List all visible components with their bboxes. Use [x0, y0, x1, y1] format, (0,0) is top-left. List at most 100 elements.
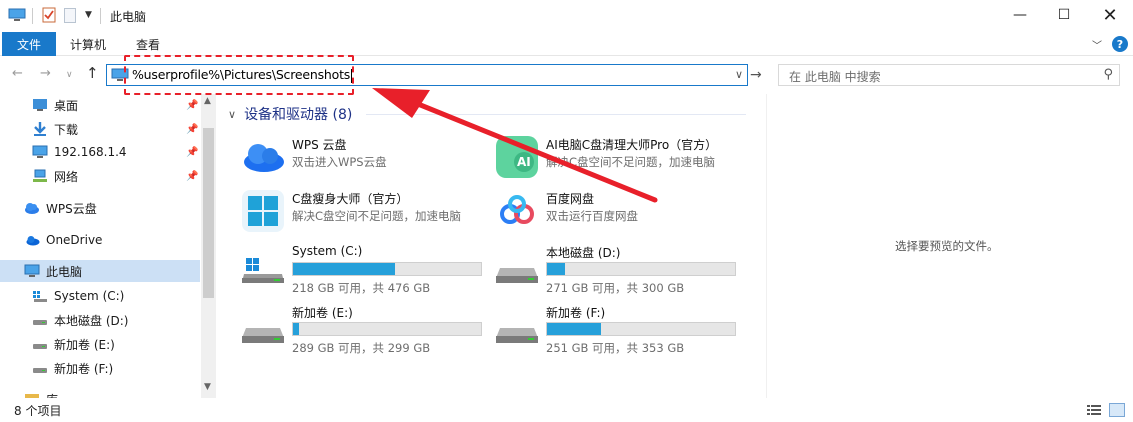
sidebar-item-network[interactable]: 网络 📌 — [0, 165, 200, 187]
sidebar-item-network-host[interactable]: 192.168.1.4 📌 — [0, 141, 200, 163]
sidebar-item-label: System (C:) — [54, 289, 125, 303]
drive-name: 新加卷 (E:) — [292, 306, 353, 320]
tab-view[interactable]: 查看 — [136, 36, 160, 53]
tile-description: 双击运行百度网盘 — [546, 209, 638, 223]
tab-computer[interactable]: 计算机 — [70, 36, 106, 53]
search-box[interactable]: 在 此电脑 中搜索 ⚲ — [778, 64, 1120, 86]
go-arrow-icon[interactable]: → — [750, 67, 762, 83]
drive-name: 新加卷 (F:) — [546, 306, 606, 320]
tile-description: 解决C盘空间不足问题，加速电脑 — [546, 155, 716, 169]
tab-file[interactable]: 文件 — [2, 32, 56, 56]
content-pane: ∨ 设备和驱动器 (8) WPS 云盘 双击进入WPS云盘 AI AI电脑C盘清… — [216, 94, 766, 398]
pc-icon[interactable] — [8, 8, 26, 22]
recent-locations-icon[interactable]: ∨ — [66, 70, 73, 80]
hdd-icon — [496, 268, 538, 283]
forward-arrow-icon[interactable]: → — [40, 66, 51, 81]
sidebar-item-label: 新加卷 (E:) — [54, 337, 115, 352]
usage-bar — [292, 262, 482, 276]
sidebar-item-label: OneDrive — [46, 233, 103, 247]
drive-icon — [33, 320, 47, 325]
tile-description: 解决C盘空间不足问题，加速电脑 — [292, 209, 462, 223]
sidebar-item-wps-cloud[interactable]: WPS云盘 — [0, 197, 200, 219]
scroll-down-icon[interactable]: ▼ — [204, 382, 211, 392]
sidebar-item-label: 网络 — [54, 169, 79, 184]
window-title: 此电脑 — [110, 10, 147, 24]
group-header[interactable]: ∨ 设备和驱动器 (8) — [228, 104, 352, 124]
sidebar-item-libraries[interactable]: 库 — [0, 388, 200, 398]
sidebar-item-drive-e[interactable]: 新加卷 (E:) — [0, 333, 200, 355]
hdd-icon — [242, 328, 284, 343]
customize-quick-access-icon[interactable]: ▼ — [85, 10, 92, 20]
hdd-icon — [496, 328, 538, 343]
back-arrow-icon[interactable]: ← — [12, 66, 23, 81]
tile-name: WPS 云盘 — [292, 138, 347, 152]
details-view-icon[interactable] — [1087, 404, 1101, 416]
tile-drive-c[interactable]: System (C:) 218 GB 可用，共 476 GB — [232, 242, 482, 298]
tile-drive-d[interactable]: 本地磁盘 (D:) 271 GB 可用，共 300 GB — [486, 242, 736, 298]
scroll-thumb[interactable] — [203, 128, 214, 298]
sidebar-item-drive-f[interactable]: 新加卷 (F:) — [0, 357, 200, 379]
sidebar-item-downloads[interactable]: 下载 📌 — [0, 118, 200, 140]
drive-space: 271 GB 可用，共 300 GB — [546, 281, 685, 295]
sidebar-item-label: 本地磁盘 (D:) — [54, 313, 129, 328]
usage-bar — [546, 262, 736, 276]
network-icon — [33, 169, 47, 182]
svg-text:AI: AI — [517, 155, 531, 169]
sidebar-item-this-pc[interactable]: 此电脑 — [0, 260, 200, 282]
drive-name: 本地磁盘 (D:) — [546, 246, 621, 260]
pin-icon[interactable]: 📌 — [186, 147, 198, 158]
tile-name: 百度网盘 — [546, 192, 595, 206]
preview-pane: 选择要预览的文件。 — [766, 94, 1133, 398]
collapse-chevron-icon[interactable]: ∨ — [228, 108, 236, 121]
sidebar-item-label: 192.168.1.4 — [54, 145, 127, 159]
drive-space: 289 GB 可用，共 299 GB — [292, 341, 431, 355]
address-dropdown-icon[interactable]: ∨ — [735, 68, 743, 81]
tile-ai-cleaner[interactable]: AI AI电脑C盘清理大师Pro（官方） 解决C盘空间不足问题，加速电脑 — [486, 134, 736, 190]
pin-icon[interactable]: 📌 — [186, 124, 198, 135]
item-count: 8 个项目 — [14, 404, 62, 418]
tile-description: 双击进入WPS云盘 — [292, 155, 387, 169]
monitor-icon — [32, 145, 48, 158]
sidebar-item-onedrive[interactable]: OneDrive — [0, 229, 200, 251]
sidebar-scrollbar[interactable]: ▲ ▼ — [201, 94, 216, 398]
sidebar-item-label: 下载 — [54, 122, 79, 137]
usage-bar — [546, 322, 736, 336]
tile-c-slim[interactable]: C盘瘦身大师（官方） 解决C盘空间不足问题，加速电脑 — [232, 188, 482, 244]
drive-icon — [33, 368, 47, 373]
new-folder-icon[interactable] — [64, 8, 76, 23]
minimize-button[interactable]: — — [997, 0, 1043, 30]
group-title: 设备和驱动器 (8) — [244, 107, 353, 123]
up-arrow-icon[interactable]: ↑ — [86, 64, 99, 82]
properties-icon[interactable] — [42, 7, 56, 23]
sidebar-item-label: WPS云盘 — [46, 201, 97, 216]
usage-bar-fill — [293, 263, 395, 275]
sidebar-item-drive-c[interactable]: System (C:) — [0, 285, 200, 307]
tile-drive-e[interactable]: 新加卷 (E:) 289 GB 可用，共 299 GB — [232, 302, 482, 358]
system-drive-icon — [33, 291, 47, 302]
sidebar-item-label: 桌面 — [54, 98, 79, 113]
sidebar-item-label: 新加卷 (F:) — [54, 361, 114, 376]
search-input[interactable]: 在 此电脑 中搜索 — [789, 68, 881, 85]
desktop-icon — [33, 99, 47, 111]
pin-icon[interactable]: 📌 — [186, 100, 198, 111]
ai-cleaner-icon: AI — [496, 136, 538, 178]
sidebar-item-label: 库 — [46, 391, 58, 399]
search-icon[interactable]: ⚲ — [1103, 67, 1113, 82]
sidebar-item-drive-d[interactable]: 本地磁盘 (D:) — [0, 309, 200, 331]
drive-space: 251 GB 可用，共 353 GB — [546, 341, 685, 355]
tiles-view-icon[interactable] — [1109, 403, 1125, 417]
tile-drive-f[interactable]: 新加卷 (F:) 251 GB 可用，共 353 GB — [486, 302, 736, 358]
tile-name: AI电脑C盘清理大师Pro（官方） — [546, 138, 718, 152]
tile-wps-cloud[interactable]: WPS 云盘 双击进入WPS云盘 — [232, 134, 482, 190]
divider — [100, 8, 101, 24]
windows-drive-icon — [242, 258, 284, 283]
sidebar-item-desktop[interactable]: 桌面 📌 — [0, 94, 200, 116]
maximize-button[interactable]: ☐ — [1041, 0, 1087, 30]
expand-ribbon-icon[interactable]: ﹀ — [1092, 37, 1102, 52]
ribbon-tabs: 文件 计算机 查看 ﹀ ? — [0, 32, 1133, 56]
scroll-up-icon[interactable]: ▲ — [204, 96, 211, 106]
help-icon[interactable]: ? — [1112, 36, 1128, 52]
pin-icon[interactable]: 📌 — [186, 171, 198, 182]
close-button[interactable]: ✕ — [1087, 0, 1133, 30]
tile-baidu-netdisk[interactable]: 百度网盘 双击运行百度网盘 — [486, 188, 736, 244]
